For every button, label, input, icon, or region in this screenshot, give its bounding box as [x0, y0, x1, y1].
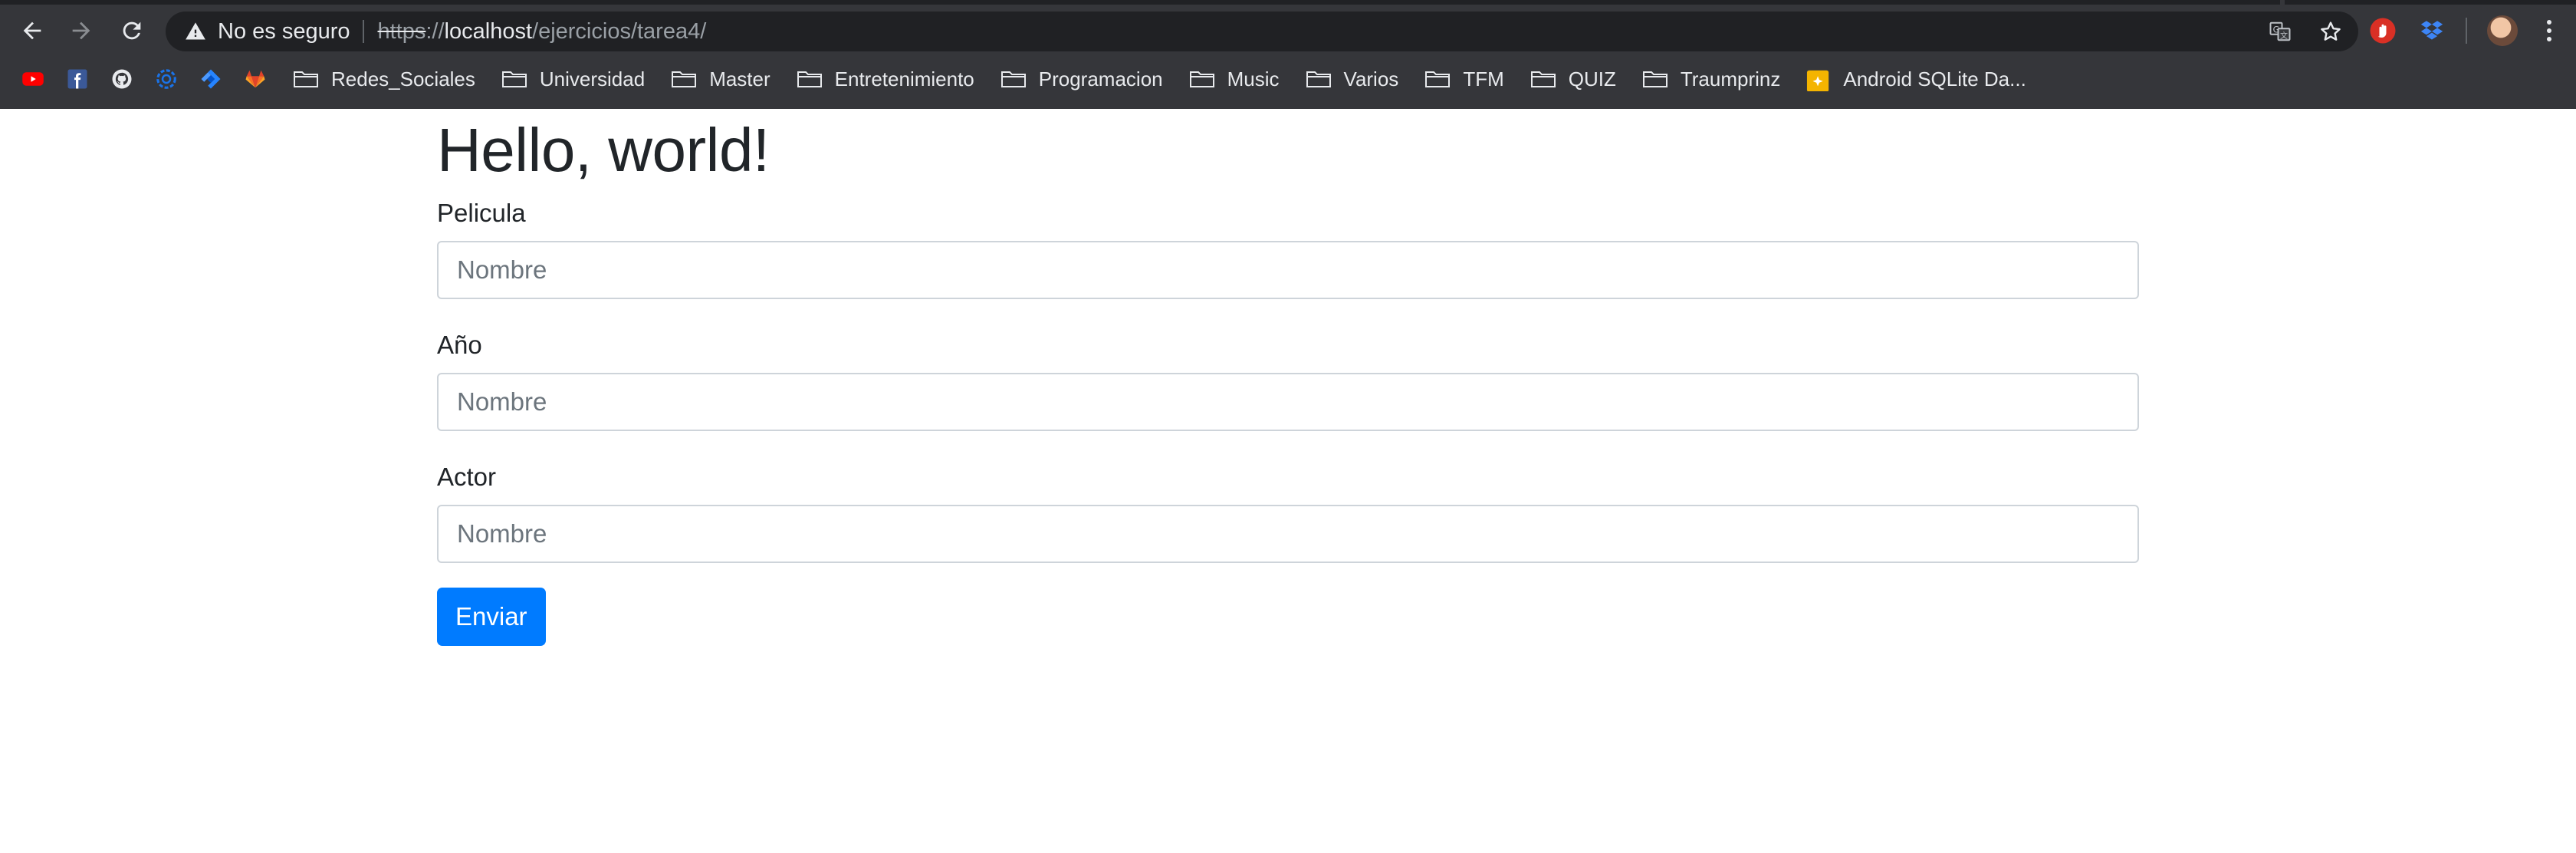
bookmark-label: Programacion	[1038, 67, 1163, 91]
bookmark-folder[interactable]: Universidad	[501, 68, 645, 91]
bookmark-folder[interactable]: Entretenimiento	[797, 68, 974, 91]
arrow-left-icon	[23, 21, 41, 40]
url-path: /ejercicios/tarea4/	[532, 18, 707, 44]
translate-icon[interactable]: G文	[2268, 19, 2292, 44]
jira-icon[interactable]	[199, 68, 222, 91]
folder-icon	[1425, 71, 1451, 87]
url-text[interactable]: https://localhost/ejercicios/tarea4/	[378, 19, 707, 44]
url-scheme: https	[377, 18, 426, 44]
folder-icon	[294, 71, 318, 87]
omnibox-actions: G文	[2268, 12, 2343, 51]
anio-label: Año	[437, 331, 482, 359]
arrow-right-icon	[72, 21, 90, 40]
bookmark-folder[interactable]: Master	[671, 68, 770, 91]
folder-icon	[1530, 71, 1556, 87]
warning-triangle-icon[interactable]	[184, 20, 207, 43]
browser-toolbar: No es seguro https://localhost/ejercicio…	[0, 5, 2576, 57]
bookmark-label: Varios	[1343, 67, 1399, 91]
dropbox-icon[interactable]	[2417, 15, 2447, 46]
movie-form: Pelicula Año Actor Enviar	[437, 198, 2139, 646]
extensions-area	[2367, 11, 2576, 51]
url-host: localhost	[444, 18, 533, 44]
bookmark-label: Android SQLite Da...	[1843, 67, 2026, 91]
folder-icon	[1306, 71, 1331, 87]
actor-input[interactable]	[437, 505, 2139, 563]
folder-icon	[672, 71, 697, 87]
back-button[interactable]	[12, 11, 52, 51]
profile-avatar[interactable]	[2487, 15, 2518, 46]
hand-stop-icon[interactable]	[2367, 15, 2398, 46]
bookmark-label: Music	[1227, 67, 1280, 91]
folder-icon	[501, 71, 527, 87]
bookmark-folder[interactable]: Varios	[1306, 67, 1399, 91]
actor-label: Actor	[437, 463, 497, 491]
bookmark-label: Traumprinz	[1680, 67, 1781, 91]
facebook-icon[interactable]	[66, 68, 89, 91]
bookmark-folder[interactable]: Programacion	[1001, 68, 1163, 91]
page-content: Hello, world! Pelicula Año Actor Enviar	[0, 109, 2576, 853]
omnibox-divider	[362, 20, 364, 43]
bookmark-link[interactable]: Android SQLite Da...	[1806, 67, 2026, 91]
pelicula-input[interactable]	[437, 241, 2139, 299]
bookmark-label: QUIZ	[1568, 67, 1616, 91]
form-group-pelicula: Pelicula	[437, 198, 2139, 299]
forward-button[interactable]	[61, 11, 101, 51]
kebab-menu-icon[interactable]	[2538, 15, 2561, 46]
android-sqlite-icon	[1807, 70, 1829, 91]
bookmark-label: Redes_Sociales	[331, 67, 475, 91]
bookmark-label: TFM	[1463, 67, 1504, 91]
youtube-icon[interactable]	[21, 68, 44, 91]
bookmark-label: Master	[709, 67, 770, 91]
svg-text:文: 文	[2280, 31, 2288, 41]
bookmark-label: Entretenimiento	[834, 67, 974, 91]
bookmark-folder[interactable]: Redes_Sociales	[293, 68, 475, 91]
folder-icon	[1189, 71, 1214, 87]
reload-button[interactable]	[112, 11, 152, 51]
address-bar[interactable]: No es seguro https://localhost/ejercicio…	[166, 12, 2358, 51]
bookmark-folder[interactable]: QUIZ	[1530, 68, 1616, 91]
bookmark-folder[interactable]: TFM	[1424, 67, 1504, 91]
folder-icon	[1642, 71, 1668, 87]
form-group-anio: Año	[437, 330, 2139, 431]
url-separator: ://	[426, 18, 445, 44]
page-title: Hello, world!	[437, 116, 770, 184]
form-group-actor: Actor	[437, 462, 2139, 563]
github-icon[interactable]	[110, 68, 133, 91]
browser-chrome: No es seguro https://localhost/ejercicio…	[0, 0, 2576, 109]
settings-blue-icon[interactable]	[155, 68, 178, 91]
bookmark-label: Universidad	[539, 67, 646, 91]
toolbar-divider	[2466, 18, 2467, 44]
folder-icon	[1001, 71, 1026, 87]
anio-input[interactable]	[437, 373, 2139, 431]
star-icon[interactable]	[2318, 19, 2343, 44]
security-status[interactable]: No es seguro	[218, 19, 350, 44]
submit-button[interactable]: Enviar	[437, 588, 546, 646]
form-container: Hello, world! Pelicula Año Actor Enviar	[437, 109, 2139, 646]
bookmark-folder[interactable]: Music	[1189, 68, 1280, 91]
bookmarks-bar: Redes_Sociales Universidad Master Entret…	[0, 60, 2576, 98]
folder-icon	[797, 71, 822, 87]
pelicula-label: Pelicula	[437, 199, 526, 227]
gitlab-icon[interactable]	[244, 68, 267, 91]
bookmark-folder[interactable]: Traumprinz	[1642, 67, 1781, 91]
reload-icon	[123, 21, 141, 40]
